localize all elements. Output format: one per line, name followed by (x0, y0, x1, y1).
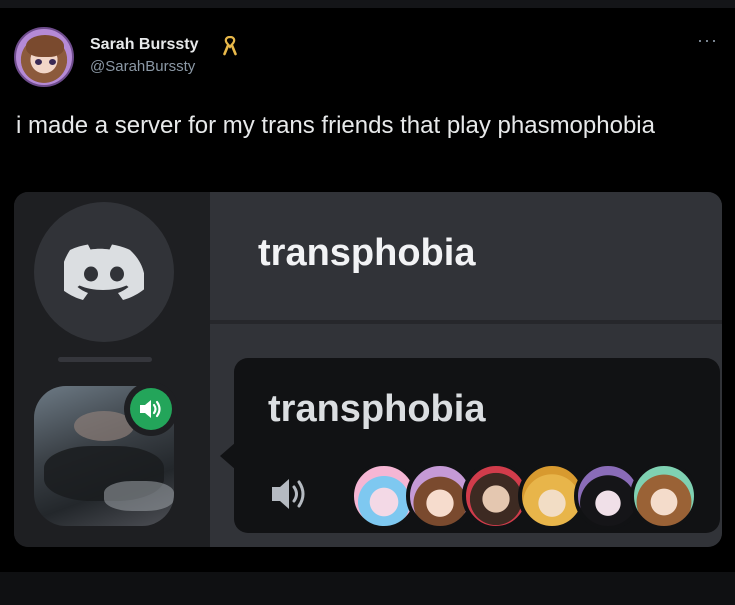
voice-channel-name[interactable]: transphobia (268, 388, 485, 431)
voice-active-badge (124, 382, 178, 436)
channel-header-title: transphobia (258, 232, 476, 274)
voice-member-avatar[interactable] (630, 462, 698, 530)
author-display-name[interactable]: Sarah Burssty (90, 36, 199, 54)
bottom-bar (0, 572, 735, 605)
voice-active-indicator (130, 388, 172, 430)
avatar-hair (26, 35, 64, 57)
voice-channel-speaker-icon (272, 479, 305, 509)
discord-home-button[interactable] (34, 202, 174, 342)
author-handle[interactable]: @SarahBurssty (90, 58, 195, 75)
server-icon-detail (104, 481, 174, 511)
author-avatar[interactable] (14, 27, 74, 87)
tweet-media-image[interactable]: transphobia transphobia (14, 192, 722, 547)
header-divider (210, 320, 722, 324)
avatar-eye (49, 59, 56, 65)
tweet-text: i made a server for my trans friends tha… (16, 112, 655, 139)
discord-logo-icon (64, 244, 144, 300)
more-options-icon[interactable]: ··· (697, 30, 718, 51)
ribbon-icon (223, 36, 237, 56)
rail-divider (58, 357, 152, 362)
voice-member-list (350, 462, 698, 534)
speaker-icon (140, 400, 161, 418)
avatar-eye (35, 59, 42, 65)
top-bar (0, 0, 735, 8)
